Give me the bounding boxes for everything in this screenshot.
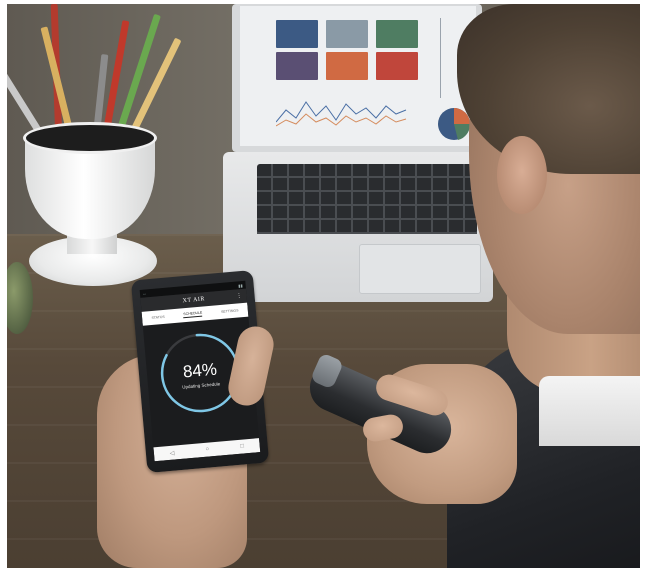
laptop-screen-dashboard — [240, 6, 476, 146]
tab-status[interactable]: STATUS — [151, 315, 165, 320]
dashboard-axis — [440, 18, 441, 98]
laptop-trackpad — [359, 244, 481, 294]
back-icon[interactable]: ◁ — [169, 449, 174, 456]
overflow-menu-icon[interactable]: ⋮ — [236, 292, 243, 300]
dashboard-tile — [276, 52, 318, 80]
dashboard-tile — [376, 20, 418, 48]
keyboard-rows — [257, 164, 477, 234]
dashboard-tile — [326, 20, 368, 48]
dashboard-tile — [326, 52, 368, 80]
home-icon[interactable]: ○ — [205, 447, 209, 453]
dashboard-line-chart — [276, 101, 407, 127]
dashboard-tile — [276, 20, 318, 48]
tab-settings[interactable]: SETTINGS — [221, 308, 239, 314]
tab-schedule[interactable]: SCHEDULE — [183, 310, 203, 319]
recents-icon[interactable]: □ — [240, 443, 244, 449]
ear — [497, 136, 547, 214]
dashboard-tile — [376, 52, 418, 80]
photo-scene: ◦◦ ▮▮ XT AIR ⋮ STATUS SCHEDULE SETTINGS … — [7, 4, 640, 568]
app-title: XT AIR — [182, 296, 206, 305]
shirt-collar — [539, 376, 640, 446]
status-icons-right: ▮▮ — [238, 282, 243, 288]
status-icons-left: ◦◦ — [142, 290, 147, 297]
pencil-cup-rim — [23, 122, 157, 154]
